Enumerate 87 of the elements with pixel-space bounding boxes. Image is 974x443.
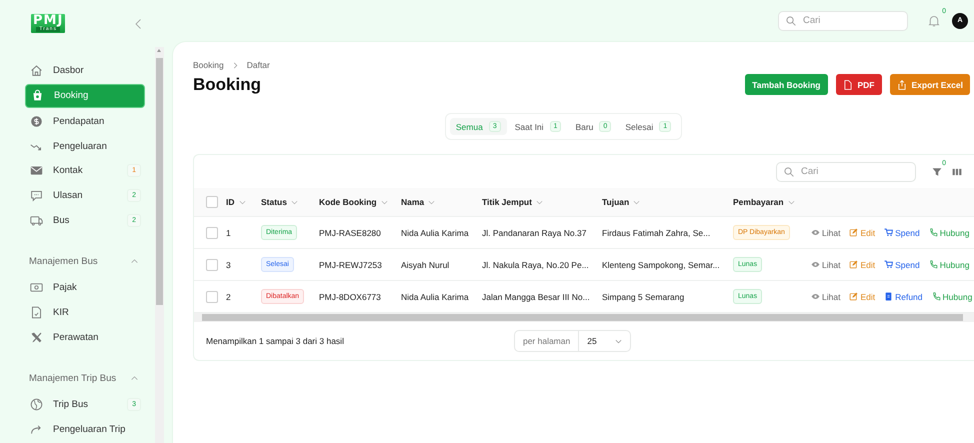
table-search-field[interactable]: Cari	[776, 162, 916, 182]
sidebar-item[interactable]: Pengeluaran Trip	[25, 418, 145, 441]
receipt-icon	[884, 292, 894, 301]
checkbox[interactable]	[206, 226, 218, 238]
table-cell: PMJ-REWJ7253	[319, 260, 382, 270]
wrench-screwdriver-icon	[30, 330, 43, 344]
checkbox[interactable]	[206, 258, 218, 270]
table-cell: Nida Aulia Karima	[401, 228, 469, 238]
spend-link[interactable]: Spend	[884, 260, 920, 270]
per-page-select[interactable]: per halaman 25	[514, 330, 631, 352]
chevron-down-icon	[290, 198, 298, 206]
chevron-down-icon	[380, 198, 388, 206]
chevron-down-icon	[633, 198, 640, 206]
search-icon	[784, 166, 794, 176]
table-cell: Aisyah Nurul	[401, 260, 450, 270]
table-cell: 1	[226, 228, 231, 238]
column-header[interactable]: Tujuan	[602, 197, 630, 207]
document-check-icon	[30, 306, 43, 320]
column-header[interactable]: Status	[261, 197, 287, 207]
sidebar-item[interactable]: KIR	[25, 301, 145, 324]
eye-icon	[811, 260, 820, 269]
chevron-down-icon	[428, 198, 436, 206]
table-cell: 3	[226, 260, 231, 270]
upload-icon	[896, 80, 906, 90]
bus-icon	[30, 214, 43, 227]
columns-icon	[952, 166, 962, 176]
search-field[interactable]: Cari	[778, 10, 908, 30]
view-link[interactable]: Lihat	[811, 228, 840, 238]
search-icon	[786, 16, 796, 26]
chat-bubble-icon	[30, 189, 43, 202]
checkbox[interactable]	[206, 196, 218, 208]
shopping-bag-icon	[31, 89, 44, 102]
breadcrumb-link[interactable]: Booking	[193, 60, 224, 70]
sidebar-item[interactable]: Dasbor	[25, 59, 145, 82]
sidebar-item[interactable]: Pajak	[25, 276, 145, 300]
table-cell: PMJ-8DOX6773	[319, 292, 381, 302]
globe-icon	[30, 398, 43, 412]
document-icon	[842, 80, 852, 90]
phone-icon	[932, 292, 941, 301]
table-cell: Simpang 5 Semarang	[602, 292, 684, 302]
dollar-coin-icon	[30, 115, 43, 128]
page-title: Booking	[193, 75, 262, 95]
pdf-button[interactable]: PDF	[836, 74, 882, 95]
chevron-down-icon	[788, 198, 795, 206]
section-header[interactable]: Manajemen Bus	[29, 256, 139, 267]
table-cell: Jl. Pandanaran Raya No.37	[482, 228, 586, 238]
chevron-down-icon	[614, 338, 622, 344]
bell-icon	[928, 14, 940, 26]
pencil-square-icon	[849, 228, 858, 237]
table-cell: PMJ-RASE8280	[319, 228, 381, 238]
sidebar-item[interactable]: Pendapatan	[25, 110, 145, 133]
table-cell: 2	[226, 292, 231, 302]
eye-icon	[811, 292, 820, 301]
pencil-square-icon	[849, 292, 858, 301]
house-icon	[30, 64, 43, 77]
view-link[interactable]: Lihat	[811, 260, 840, 270]
table-cell: Nida Aulia Karima	[401, 292, 469, 302]
sidebar-item[interactable]: Perawatan	[25, 326, 145, 348]
chevron-down-icon	[238, 198, 246, 206]
horizontal-scrollbar[interactable]	[194, 313, 974, 322]
results-summary: Menampilkan 1 sampai 3 dari 3 hasil	[206, 336, 344, 346]
table-cell: Firdaus Fatimah Zahra, Se...	[602, 228, 710, 238]
pencil-square-icon	[849, 260, 858, 269]
envelope-icon	[30, 164, 43, 178]
phone-icon	[928, 228, 938, 237]
sidebar-item[interactable]: Pengeluaran	[25, 135, 145, 158]
table-cell: Jl. Nakula Raya, No.20 Pe...	[482, 260, 589, 270]
view-link[interactable]: Lihat	[811, 292, 840, 302]
chevron-right-icon	[232, 62, 239, 68]
refund-link[interactable]: Refund	[884, 292, 923, 302]
curved-arrow-icon	[30, 423, 43, 436]
banknote-icon	[30, 281, 43, 294]
section-header[interactable]: Manajemen Trip Bus	[29, 372, 139, 384]
filter-icon	[932, 166, 942, 176]
column-header[interactable]: ID	[226, 197, 234, 207]
cart-icon	[884, 228, 894, 237]
phone-icon	[928, 260, 938, 269]
breadcrumb-link[interactable]: Daftar	[246, 60, 270, 70]
eye-icon	[811, 228, 820, 237]
table-cell: Klenteng Sampokong, Semar...	[602, 260, 720, 270]
column-header[interactable]: Nama	[401, 197, 424, 207]
checkbox[interactable]	[206, 290, 218, 302]
column-header[interactable]: Titik Jemput	[482, 197, 532, 207]
chevron-down-icon	[536, 198, 543, 206]
cart-icon	[884, 260, 894, 269]
table-cell: Jalan Mangga Besar III No...	[482, 292, 590, 302]
spend-link[interactable]: Spend	[884, 228, 920, 238]
